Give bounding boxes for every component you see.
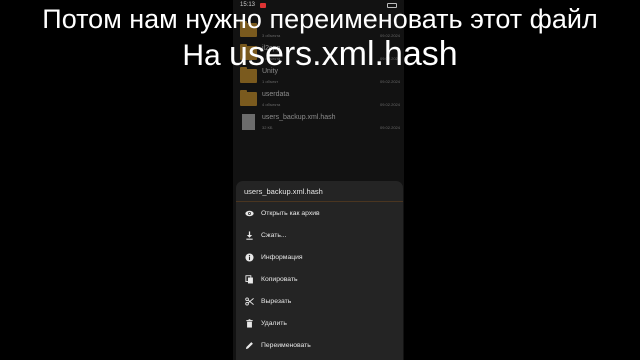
file-name: users_backup.xml.hash [262,114,336,121]
menu-label: Вырезать [261,297,292,305]
file-name: userdata [262,91,290,98]
caption-line-1: Потом нам нужно переименовать этот файл [42,4,598,34]
file-meta: 32 КБ [262,125,273,130]
trash-icon [244,318,254,328]
list-item[interactable]: userdata 4 объекта 09.02.2024 [233,89,404,111]
menu-label: Удалить [261,319,287,327]
scissors-icon [244,296,254,306]
eye-icon [244,208,254,218]
menu-label: Переименовать [261,341,311,349]
file-meta: 4 объекта [262,102,281,107]
folder-icon [240,90,257,106]
file-date: 09.02.2024 [379,102,400,107]
menu-label: Копировать [261,275,298,283]
info-icon [244,252,254,262]
menu-info[interactable]: Информация [236,247,403,267]
file-date: 09.02.2024 [379,79,400,84]
menu-cut[interactable]: Вырезать [236,291,403,311]
list-item[interactable]: users_backup.xml.hash 32 КБ 09.02.2024 [233,112,404,134]
copy-icon [244,274,254,284]
menu-open-as-archive[interactable]: Открыть как архив [236,203,403,223]
file-date: 09.02.2024 [379,125,400,130]
menu-label: Информация [261,253,303,261]
caption-prefix: На [182,39,221,72]
menu-label: Открыть как архив [261,209,320,217]
menu-label: Сжать... [261,231,287,239]
divider [236,201,403,202]
caption-filename: users.xml.hash [229,35,458,73]
caption-line-2: На users.xml.hash [0,35,640,74]
menu-rename[interactable]: Переименовать [236,335,403,355]
file-icon [242,114,255,130]
file-meta: 1 объект [262,79,279,84]
sheet-title: users_backup.xml.hash [244,187,323,196]
menu-compress[interactable]: Сжать... [236,225,403,245]
download-icon [244,230,254,240]
pencil-icon [244,340,254,350]
menu-delete[interactable]: Удалить [236,313,403,333]
menu-copy[interactable]: Копировать [236,269,403,289]
context-bottom-sheet: users_backup.xml.hash Открыть как архив … [236,181,403,360]
